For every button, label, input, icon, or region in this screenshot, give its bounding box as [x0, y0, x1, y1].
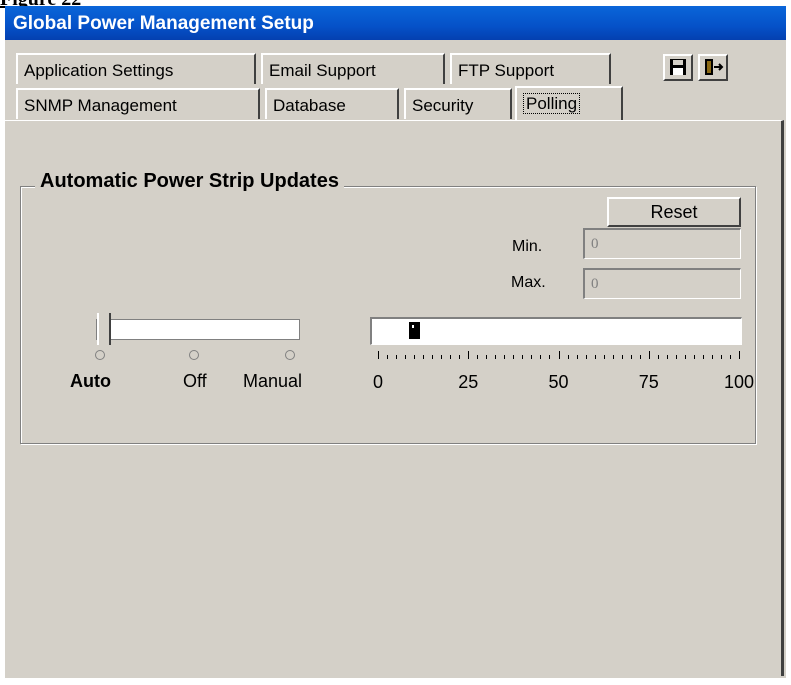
tab-application-settings[interactable]: Application Settings: [16, 53, 256, 84]
percent-tick: [630, 355, 632, 359]
percent-tick: [729, 355, 731, 359]
percent-tick: [576, 355, 578, 359]
percent-tick: [684, 355, 686, 359]
percent-tick: [675, 355, 677, 359]
percent-tick: [594, 355, 596, 359]
percent-tick: [711, 355, 713, 359]
percent-tick: [739, 351, 740, 359]
percent-tick: [666, 355, 668, 359]
mode-slider-thumb[interactable]: [97, 313, 111, 345]
percent-tick: [531, 355, 533, 359]
tab-polling[interactable]: Polling: [515, 86, 623, 120]
tab-label: SNMP Management: [24, 96, 177, 115]
min-field: 0: [583, 228, 741, 259]
percent-tick: [414, 355, 416, 359]
percent-tick: [693, 355, 695, 359]
mode-label-auto: Auto: [70, 371, 111, 391]
mode-tick-manual: [285, 350, 295, 360]
percent-tick: [639, 355, 641, 359]
percent-tick: [612, 355, 614, 359]
min-label: Min.: [512, 238, 543, 255]
percent-tick: [549, 355, 551, 359]
percent-tick: [558, 351, 560, 359]
window-title: Global Power Management Setup: [13, 13, 314, 34]
percent-tick: [720, 355, 722, 359]
tab-email-support[interactable]: Email Support: [261, 53, 445, 84]
percent-tick-label: 0: [372, 372, 384, 392]
title-bar: Global Power Management Setup: [5, 6, 786, 40]
percent-tick: [621, 355, 623, 359]
save-button[interactable]: [663, 54, 693, 81]
tab-label: Database: [273, 96, 346, 115]
exit-button[interactable]: [698, 54, 728, 81]
mode-slider-track[interactable]: [96, 319, 300, 340]
percent-slider-thumb[interactable]: [409, 322, 421, 339]
percent-tick: [513, 355, 515, 359]
percent-tick-label: 75: [638, 372, 659, 392]
tab-label: Polling: [523, 93, 581, 114]
mode-tick-auto: [95, 350, 105, 360]
percent-tick: [468, 351, 470, 359]
max-label: Max.: [511, 274, 546, 291]
percent-tick: [432, 355, 434, 359]
tab-security[interactable]: Security: [404, 88, 512, 119]
group-title: Automatic Power Strip Updates: [35, 170, 344, 193]
tab-snmp-management[interactable]: SNMP Management: [16, 88, 260, 119]
percent-tick: [702, 355, 704, 359]
mode-label-manual: Manual: [243, 371, 303, 391]
tab-label: Email Support: [269, 61, 376, 80]
percent-tick: [378, 351, 379, 359]
percent-tick-label: 100: [723, 372, 755, 392]
percent-tick: [477, 355, 479, 359]
percent-tick: [603, 355, 605, 359]
tab-label: Security: [412, 96, 474, 115]
percent-tick-label: 50: [548, 372, 569, 392]
exit-door-icon: [705, 59, 724, 75]
tab-label: Application Settings: [24, 61, 174, 80]
percent-tick: [522, 355, 524, 359]
tab-database[interactable]: Database: [265, 88, 399, 119]
percent-tick: [396, 355, 398, 359]
percent-tick: [486, 355, 488, 359]
reset-button[interactable]: Reset: [607, 197, 741, 227]
floppy-disk-icon: [670, 59, 686, 75]
percent-tick: [567, 355, 569, 359]
percent-tick: [450, 355, 452, 359]
percent-tick: [657, 355, 659, 359]
percent-tick: [459, 355, 461, 359]
percent-tick: [648, 351, 650, 359]
mode-tick-off: [189, 350, 199, 360]
settings-window: Global Power Management Setup Applicatio…: [5, 6, 786, 678]
percent-tick: [585, 355, 587, 359]
percent-tick: [495, 355, 497, 359]
max-field: 0: [583, 268, 741, 299]
percent-slider-track[interactable]: [370, 317, 742, 345]
mode-label-off: Off: [183, 371, 207, 391]
percent-tick: [441, 355, 443, 359]
percent-tick-label: 25: [458, 372, 479, 392]
tab-ftp-support[interactable]: FTP Support: [450, 53, 611, 84]
percent-tick: [540, 355, 542, 359]
percent-tick: [405, 355, 407, 359]
tab-label: FTP Support: [458, 61, 555, 80]
percent-tick: [387, 355, 389, 359]
percent-tick: [504, 355, 506, 359]
percent-tick: [423, 355, 425, 359]
